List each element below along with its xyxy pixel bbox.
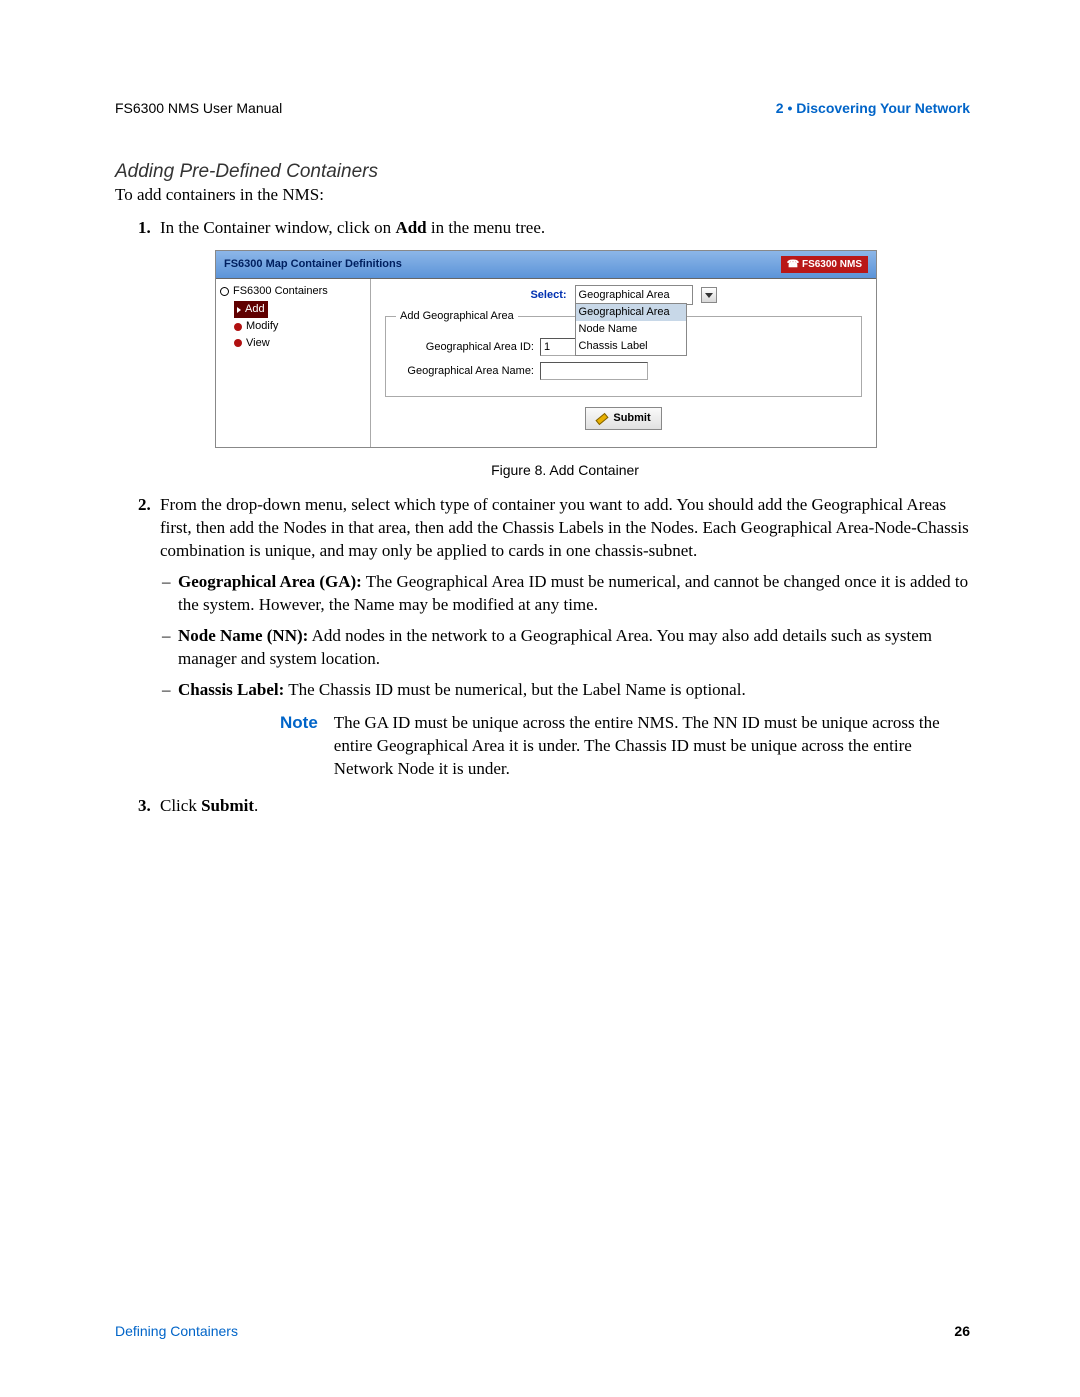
step-3: Click Submit.: [155, 795, 970, 818]
tree-item-modify[interactable]: Modify: [234, 318, 366, 335]
pencil-icon: [596, 413, 608, 425]
geo-name-input[interactable]: [540, 362, 648, 380]
fieldset-legend: Add Geographical Area: [396, 309, 518, 324]
section-title: Adding Pre-Defined Containers: [115, 161, 970, 183]
form-panel: Select: Geographical Area Geographical A…: [371, 279, 876, 447]
note-block: Note The GA ID must be unique across the…: [280, 712, 970, 781]
step-1: In the Container window, click on Add in…: [155, 217, 970, 480]
step3-suffix: .: [254, 796, 258, 815]
bullet-cl: Chassis Label: The Chassis ID must be nu…: [178, 679, 970, 702]
step1-prefix: In the Container window, click on: [160, 218, 395, 237]
step2-text: From the drop-down menu, select which ty…: [160, 495, 969, 560]
geo-name-label: Geographical Area Name:: [396, 364, 534, 379]
bullet-cl-text: The Chassis ID must be numerical, but th…: [284, 680, 745, 699]
bullet-nn-bold: Node Name (NN):: [178, 626, 308, 645]
geo-id-label: Geographical Area ID:: [396, 340, 534, 355]
bullet-ga-bold: Geographical Area (GA):: [178, 572, 362, 591]
combo-arrow-button[interactable]: [701, 287, 717, 303]
page-footer: Defining Containers 26: [115, 1323, 970, 1339]
window-titlebar: FS6300 Map Container Definitions ☎ FS630…: [216, 251, 876, 280]
page-header: FS6300 NMS User Manual 2 • Discovering Y…: [115, 100, 970, 116]
type-dropdown: Geographical Area Node Name Chassis Labe…: [575, 303, 687, 356]
nms-badge: ☎ FS6300 NMS: [781, 256, 868, 274]
tree-panel: FS6300 Containers Add Modify: [216, 279, 371, 447]
window-title: FS6300 Map Container Definitions: [224, 257, 402, 272]
tree-root-label: FS6300 Containers: [233, 284, 328, 299]
bullet-nn: Node Name (NN): Add nodes in the network…: [178, 625, 970, 671]
footer-left: Defining Containers: [115, 1323, 238, 1339]
chevron-down-icon: [705, 293, 713, 298]
dropdown-option[interactable]: Geographical Area: [576, 304, 686, 321]
arrow-icon: [237, 307, 241, 313]
tree-item-label: View: [246, 336, 270, 351]
type-combobox[interactable]: Geographical Area: [575, 285, 693, 305]
tree-root[interactable]: FS6300 Containers: [220, 284, 366, 299]
tree-item-label: Add: [245, 302, 265, 317]
step3-prefix: Click: [160, 796, 201, 815]
header-right: 2 • Discovering Your Network: [776, 100, 970, 116]
dropdown-option[interactable]: Node Name: [576, 321, 686, 338]
select-label: Select:: [530, 288, 566, 303]
note-text: The GA ID must be unique across the enti…: [334, 712, 970, 781]
dropdown-option[interactable]: Chassis Label: [576, 338, 686, 355]
submit-button[interactable]: Submit: [585, 407, 661, 430]
combo-value: Geographical Area: [579, 288, 670, 303]
step1-bold: Add: [395, 218, 426, 237]
screenshot-window: FS6300 Map Container Definitions ☎ FS630…: [215, 250, 877, 449]
root-icon: [220, 287, 229, 296]
step-2: From the drop-down menu, select which ty…: [155, 494, 970, 780]
bullet-icon: [234, 339, 242, 347]
submit-label: Submit: [613, 411, 650, 426]
bullet-cl-bold: Chassis Label:: [178, 680, 284, 699]
footer-page-number: 26: [954, 1323, 970, 1339]
intro-text: To add containers in the NMS:: [115, 185, 970, 205]
step3-bold: Submit: [201, 796, 254, 815]
tree-item-view[interactable]: View: [234, 335, 366, 352]
header-left: FS6300 NMS User Manual: [115, 100, 282, 116]
note-label: Note: [280, 712, 318, 781]
tree-item-add[interactable]: Add: [234, 301, 268, 318]
figure-caption: Figure 8. Add Container: [160, 461, 970, 480]
tree-item-label: Modify: [246, 319, 278, 334]
bullet-icon: [234, 323, 242, 331]
bullet-ga: Geographical Area (GA): The Geographical…: [178, 571, 970, 617]
step1-suffix: in the menu tree.: [427, 218, 546, 237]
